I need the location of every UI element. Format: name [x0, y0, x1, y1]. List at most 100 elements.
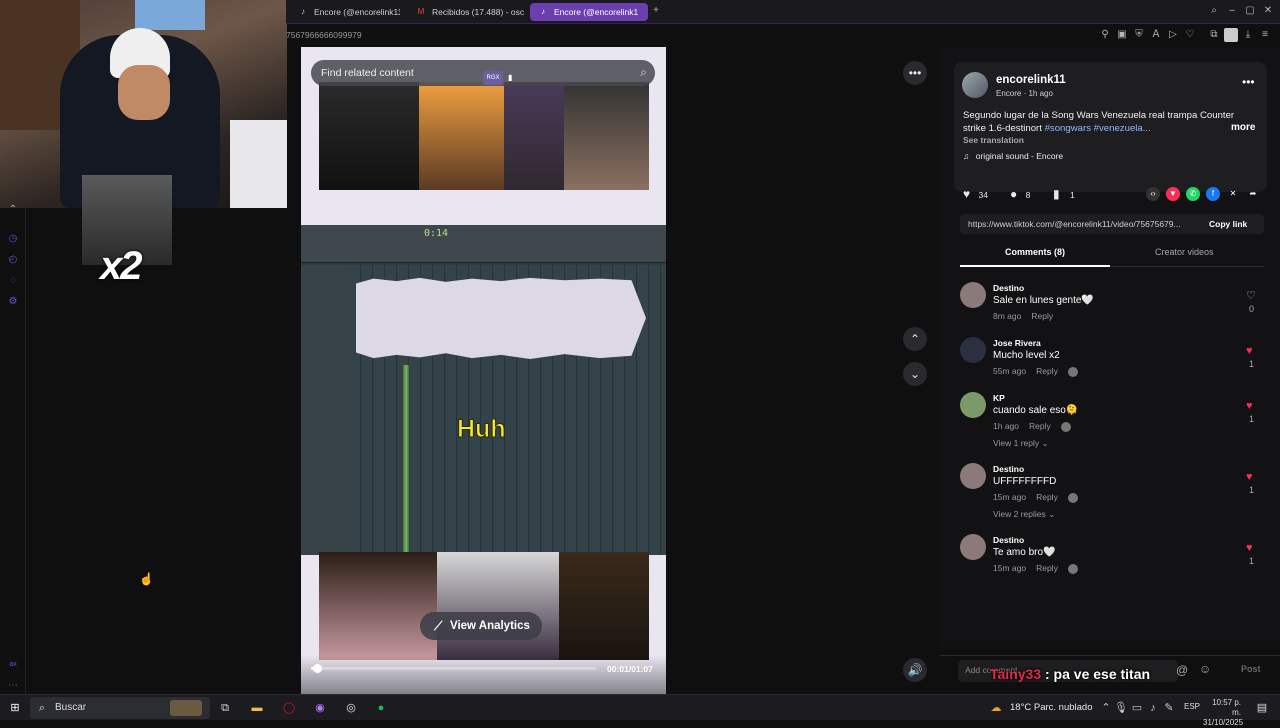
- ai-icon[interactable]: ax: [6, 658, 20, 672]
- reply-button[interactable]: Reply: [1031, 311, 1053, 321]
- x-icon[interactable]: ✕: [1226, 187, 1240, 201]
- display-icon[interactable]: ▭: [1129, 700, 1145, 716]
- volume-button[interactable]: 🔊: [903, 658, 927, 682]
- volume-icon[interactable]: ♪: [1145, 700, 1161, 716]
- app-icon[interactable]: ◉: [312, 700, 328, 716]
- sound-link[interactable]: ♫ original sound - Encore: [963, 151, 1063, 161]
- copy-link-button[interactable]: Copy link: [1209, 219, 1247, 229]
- play-icon[interactable]: ▷: [1166, 28, 1180, 42]
- comment-like-icon[interactable]: ♥: [1246, 400, 1253, 412]
- see-translation-link[interactable]: See translation: [963, 135, 1024, 145]
- opera-icon[interactable]: ◯: [281, 700, 297, 716]
- find-content-search[interactable]: Find related content RGX ▮ ⌕: [311, 60, 655, 86]
- more-options-button[interactable]: •••: [903, 61, 927, 85]
- next-video-button[interactable]: ⌄: [903, 362, 927, 386]
- search-tabs-icon[interactable]: ⌕: [1207, 4, 1221, 18]
- comment-stat[interactable]: ● 8: [1010, 187, 1030, 202]
- mic-icon[interactable]: 🎙: [1113, 700, 1129, 716]
- more-icon[interactable]: ⋯: [6, 679, 20, 693]
- pin-icon[interactable]: ⚲: [1098, 28, 1112, 42]
- commenter-avatar[interactable]: [960, 282, 986, 308]
- translate-icon[interactable]: Ａ: [1149, 28, 1163, 42]
- screen-icon[interactable]: ▮: [508, 71, 520, 85]
- whatsapp-icon[interactable]: ✆: [1186, 187, 1200, 201]
- search-icon: ⌕: [38, 702, 46, 714]
- view-analytics-button[interactable]: ⟋ View Analytics: [420, 612, 542, 640]
- close-icon[interactable]: ✕: [1261, 4, 1275, 18]
- settings-icon[interactable]: ⚙: [6, 295, 20, 309]
- previous-video-button[interactable]: ⌃: [903, 327, 927, 351]
- tray-chevron-icon[interactable]: ⌃: [1098, 700, 1114, 716]
- commenter-avatar[interactable]: [960, 337, 986, 363]
- post-more-icon[interactable]: •••: [1242, 75, 1255, 89]
- clock-icon[interactable]: ◷: [6, 232, 20, 246]
- rgx-badge[interactable]: RGX: [483, 71, 503, 85]
- author-name[interactable]: encorelink11: [996, 74, 1066, 86]
- share-icon[interactable]: ➦: [1246, 187, 1260, 201]
- comment-username[interactable]: Jose Rivera: [993, 338, 1041, 348]
- tab-gmail[interactable]: M Recibidos (17.488) - osc: [408, 3, 526, 21]
- comment-like-icon[interactable]: ♡: [1246, 290, 1256, 302]
- commenter-avatar[interactable]: [960, 463, 986, 489]
- reply-button[interactable]: Reply: [1036, 366, 1058, 376]
- reply-button[interactable]: Reply: [1036, 492, 1058, 502]
- chat-icon[interactable]: ◌: [6, 274, 20, 288]
- file-explorer-icon[interactable]: ▬: [249, 700, 265, 716]
- collapse-icon[interactable]: ⌃: [6, 203, 20, 217]
- taskbar-search[interactable]: ⌕ Buscar: [30, 697, 210, 719]
- comment-username[interactable]: KP: [993, 393, 1005, 403]
- comment-username[interactable]: Destino: [993, 464, 1024, 474]
- view-replies-button[interactable]: View 2 replies ⌄: [993, 509, 1055, 520]
- description-more-button[interactable]: more: [1231, 122, 1255, 133]
- facebook-icon[interactable]: f: [1206, 187, 1220, 201]
- save-stat[interactable]: ▮ 1: [1053, 187, 1075, 202]
- history-icon[interactable]: ◴: [6, 253, 20, 267]
- search-icon[interactable]: ⌕: [640, 65, 647, 80]
- hashtag-link[interactable]: #venezuela...: [1094, 123, 1151, 134]
- download-icon[interactable]: ⤓: [1241, 28, 1255, 42]
- tab-creator-videos[interactable]: Creator videos: [1155, 247, 1214, 257]
- comment-username[interactable]: Destino: [993, 535, 1024, 545]
- comment-like-icon[interactable]: ♥: [1246, 345, 1253, 357]
- progress-bar[interactable]: [311, 664, 596, 673]
- commenter-avatar[interactable]: [960, 392, 986, 418]
- tab-comments[interactable]: Comments (8): [1005, 247, 1065, 257]
- embed-icon[interactable]: ‹›: [1146, 187, 1160, 201]
- hashtag-link[interactable]: #songwars: [1045, 123, 1091, 134]
- clock[interactable]: 10:57 p. m. 31/10/2025: [1203, 698, 1243, 728]
- repost-icon[interactable]: ▼: [1166, 187, 1180, 201]
- extensions-icon[interactable]: ⧉: [1207, 28, 1221, 42]
- screenshot-icon[interactable]: ▣: [1115, 28, 1129, 42]
- language-indicator[interactable]: ESP: [1184, 702, 1200, 711]
- video-link[interactable]: https://www.tiktok.com/@encorelink11/vid…: [968, 219, 1198, 229]
- windows-start-icon[interactable]: ⊞: [7, 700, 23, 716]
- reply-button[interactable]: Reply: [1029, 421, 1051, 431]
- obs-icon[interactable]: ◎: [343, 700, 359, 716]
- notifications-icon[interactable]: ▤: [1254, 700, 1270, 716]
- profile-icon[interactable]: [1224, 28, 1238, 42]
- video-player[interactable]: Find related content RGX ▮ ⌕ 0:14 Huh ⟋ …: [301, 47, 666, 695]
- comment-like-icon[interactable]: ♥: [1246, 471, 1253, 483]
- tab-encore-1[interactable]: ♪ Encore (@encorelink11): [290, 3, 400, 21]
- emoji-icon[interactable]: ☺: [1199, 662, 1211, 676]
- pen-icon[interactable]: ✎: [1161, 700, 1177, 716]
- new-tab-button[interactable]: +: [649, 4, 663, 18]
- comment-like-icon[interactable]: ♥: [1246, 542, 1253, 554]
- mention-icon[interactable]: @: [1176, 663, 1188, 677]
- view-replies-button[interactable]: View 1 reply ⌄: [993, 438, 1049, 449]
- commenter-avatar[interactable]: [960, 534, 986, 560]
- tab-encore-active[interactable]: ♪ Encore (@encorelink1: [530, 3, 648, 21]
- weather-text[interactable]: 18°C Parc. nublado: [1010, 702, 1093, 713]
- comment-username[interactable]: Destino: [993, 283, 1024, 293]
- shield-icon[interactable]: ⛨: [1132, 28, 1146, 42]
- task-view-icon[interactable]: ⧉: [217, 700, 233, 716]
- menu-icon[interactable]: ≡: [1258, 28, 1272, 42]
- minimize-icon[interactable]: –: [1225, 4, 1239, 18]
- spotify-icon[interactable]: ●: [373, 700, 389, 716]
- maximize-icon[interactable]: ▢: [1243, 4, 1257, 18]
- like-stat[interactable]: ♥ 34: [963, 187, 988, 202]
- reply-button[interactable]: Reply: [1036, 563, 1058, 573]
- post-button[interactable]: Post: [1241, 664, 1261, 674]
- author-avatar[interactable]: [962, 72, 988, 98]
- heart-icon[interactable]: ♡: [1183, 28, 1197, 42]
